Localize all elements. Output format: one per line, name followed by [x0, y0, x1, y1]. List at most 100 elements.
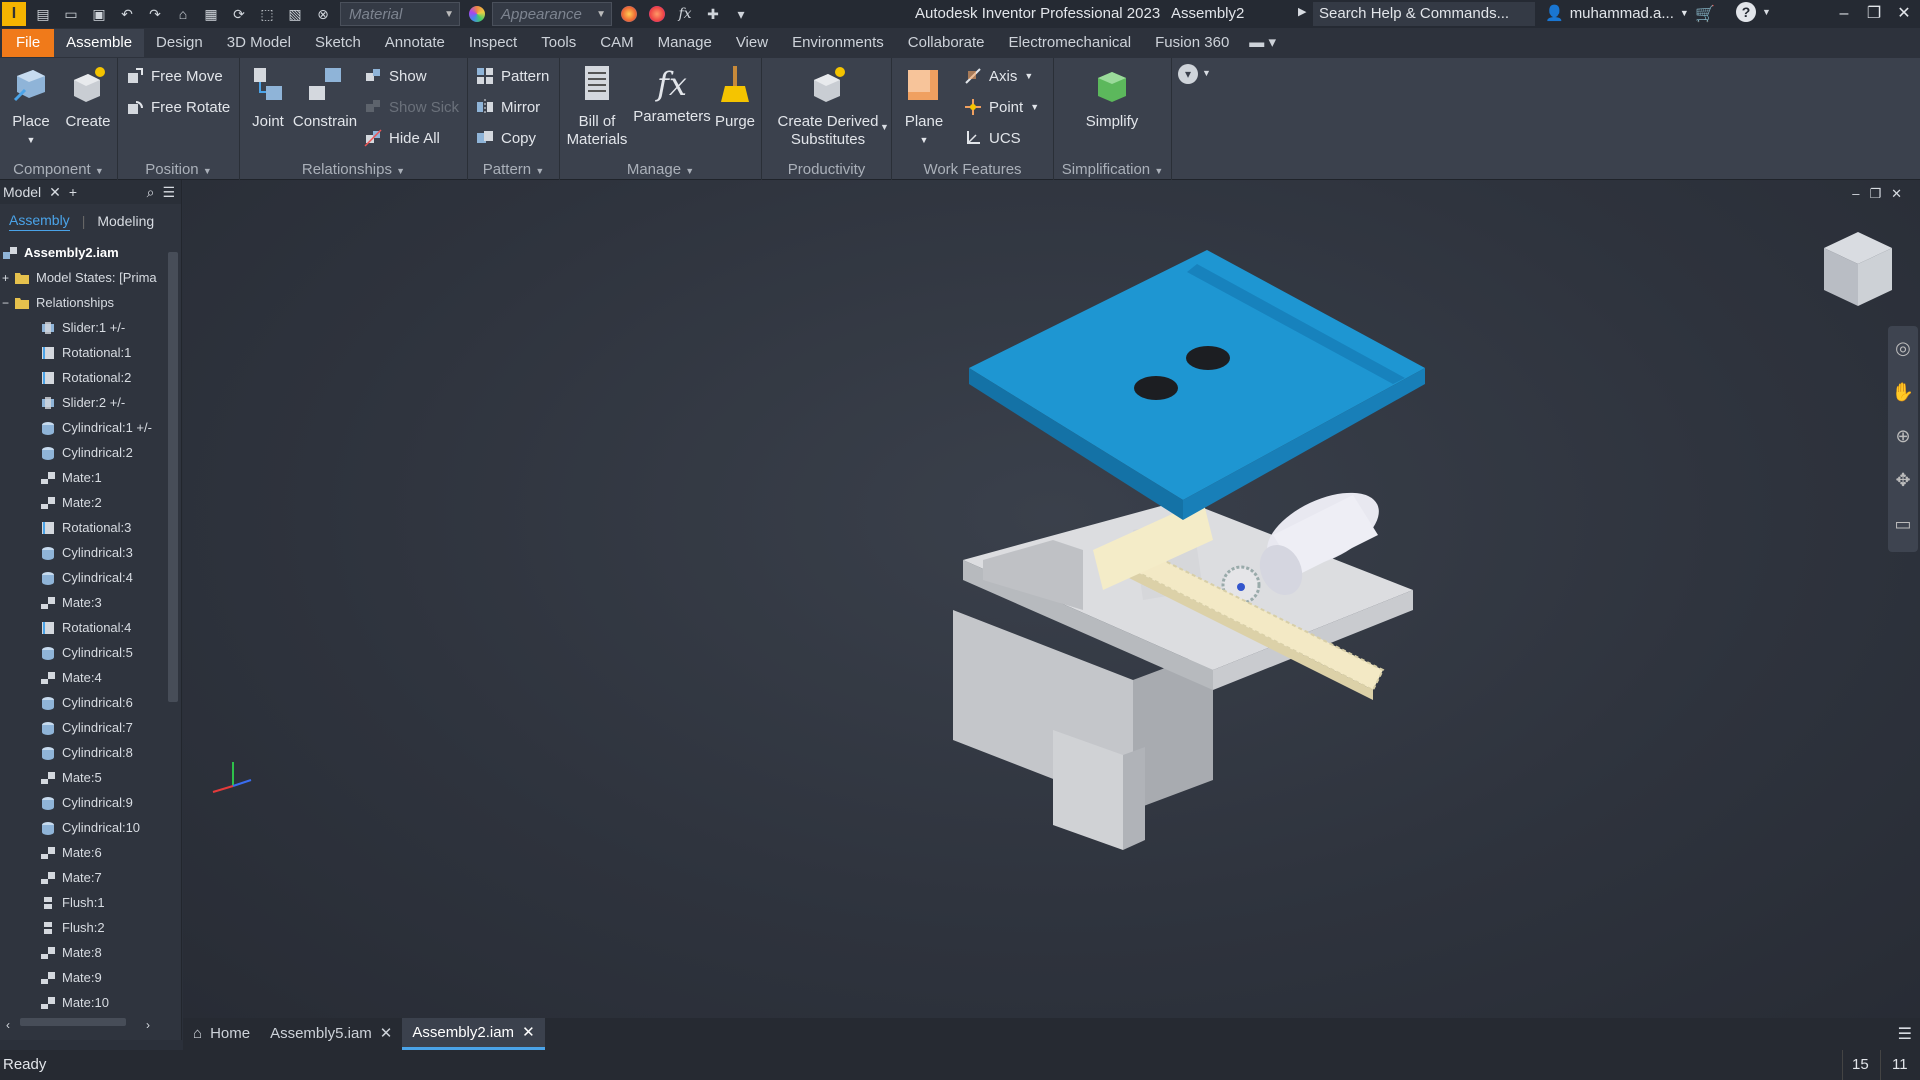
tab-assemble[interactable]: Assemble: [54, 29, 145, 57]
tab-file[interactable]: File: [2, 29, 55, 57]
relationship-item[interactable]: Cylindrical:1 +/-: [0, 415, 166, 440]
new-file-icon[interactable]: ▤: [32, 3, 54, 25]
search-help-input[interactable]: Search Help & Commands...: [1313, 2, 1535, 26]
relationship-item[interactable]: Mate:8: [0, 940, 166, 965]
relationship-item[interactable]: Mate:4: [0, 665, 166, 690]
copy-button[interactable]: Copy: [476, 126, 536, 150]
create-button[interactable]: Create: [62, 64, 114, 131]
point-button[interactable]: Point ▼: [964, 95, 1039, 119]
relationship-item[interactable]: Cylindrical:2: [0, 440, 166, 465]
assembly-3d-model[interactable]: [753, 250, 1553, 890]
tree-root[interactable]: Assembly2.iam: [0, 240, 166, 265]
tab-fusion-360[interactable]: Fusion 360: [1143, 29, 1241, 57]
tab-collaborate[interactable]: Collaborate: [896, 29, 997, 57]
joint-button[interactable]: Joint: [244, 64, 292, 131]
relationship-item[interactable]: Mate:2: [0, 490, 166, 515]
subtab-assembly[interactable]: Assembly: [9, 212, 70, 231]
free-move-button[interactable]: Free Move: [126, 64, 223, 88]
redo-icon[interactable]: ↷: [144, 3, 166, 25]
close-icon[interactable]: ✕: [49, 184, 61, 201]
chevron-right-icon[interactable]: ›: [146, 1018, 150, 1032]
relationship-item[interactable]: Mate:5: [0, 765, 166, 790]
ribbon-options-icon[interactable]: ▾: [1178, 64, 1198, 84]
tab-design[interactable]: Design: [144, 29, 215, 57]
tab-assembly5[interactable]: Assembly5.iam ✕: [260, 1018, 402, 1050]
relationship-item[interactable]: Rotational:3: [0, 515, 166, 540]
relationship-item[interactable]: Slider:1 +/-: [0, 315, 166, 340]
panel-options-icon[interactable]: ▬ ▾: [1241, 29, 1284, 57]
app-logo[interactable]: I: [2, 2, 26, 26]
tab-3d-model[interactable]: 3D Model: [215, 29, 303, 57]
bill-of-materials-button[interactable]: Bill of Materials: [562, 64, 632, 149]
update-icon[interactable]: ⟳: [228, 3, 250, 25]
scrollbar-thumb[interactable]: [168, 252, 178, 702]
material-icon[interactable]: ⊗: [312, 3, 334, 25]
relationship-item[interactable]: Cylindrical:8: [0, 740, 166, 765]
tree-relationships[interactable]: − Relationships: [0, 290, 166, 315]
fx-icon[interactable]: fx: [674, 3, 696, 25]
relationship-item[interactable]: Rotational:4: [0, 615, 166, 640]
customize-icon[interactable]: ▾: [730, 3, 752, 25]
plus-icon[interactable]: ✚: [702, 3, 724, 25]
chevron-down-icon[interactable]: ▼: [1202, 68, 1211, 78]
mirror-button[interactable]: Mirror: [476, 95, 540, 119]
tab-assembly2[interactable]: Assembly2.iam ✕: [402, 1017, 545, 1050]
show-button[interactable]: Show: [364, 64, 427, 88]
relationship-item[interactable]: Cylindrical:5: [0, 640, 166, 665]
menu-icon[interactable]: ☰: [1898, 1024, 1912, 1044]
pattern-group-label[interactable]: Pattern ▼: [468, 161, 559, 178]
home-icon[interactable]: ⌂: [172, 3, 194, 25]
constrain-button[interactable]: Constrain: [292, 64, 358, 131]
chevron-down-icon[interactable]: ▼: [880, 122, 889, 132]
help-icon[interactable]: ?: [1736, 2, 1756, 22]
tab-electromechanical[interactable]: Electromechanical: [997, 29, 1144, 57]
adjust-appearance-icon[interactable]: [618, 3, 640, 25]
browser-tab-model[interactable]: Model: [3, 184, 41, 200]
tab-environments[interactable]: Environments: [780, 29, 896, 57]
graphics-viewport[interactable]: –❐✕ ◎ ✋ ⊕ ✥ ▭: [183, 180, 1920, 1018]
menu-icon[interactable]: ☰: [162, 184, 175, 201]
orbit-icon[interactable]: ✥: [1888, 458, 1918, 502]
relationship-item[interactable]: Slider:2 +/-: [0, 390, 166, 415]
horizontal-scrollbar[interactable]: [20, 1018, 126, 1026]
manage-group-label[interactable]: Manage ▼: [560, 161, 761, 178]
viewport-window-controls[interactable]: –❐✕: [1852, 186, 1912, 202]
tab-view[interactable]: View: [724, 29, 780, 57]
pattern-button[interactable]: Pattern: [476, 64, 549, 88]
cart-icon[interactable]: 🛒: [1695, 4, 1715, 24]
position-group-label[interactable]: Position ▼: [118, 161, 239, 178]
tab-tools[interactable]: Tools: [529, 29, 588, 57]
relationship-item[interactable]: Mate:10: [0, 990, 166, 1015]
search-icon[interactable]: ⌕: [147, 184, 155, 201]
purge-button[interactable]: Purge: [712, 64, 758, 131]
open-folder-icon[interactable]: ▭: [60, 3, 82, 25]
select-icon[interactable]: ⬚: [256, 3, 278, 25]
create-derived-substitutes-button[interactable]: Create Derived Substitutes: [772, 64, 884, 149]
chevron-left-icon[interactable]: ‹: [6, 1018, 10, 1032]
minimize-icon[interactable]: –: [1830, 2, 1858, 26]
relationship-item[interactable]: Flush:1: [0, 890, 166, 915]
relationship-item[interactable]: Cylindrical:9: [0, 790, 166, 815]
close-icon[interactable]: ✕: [1890, 2, 1918, 26]
relationship-item[interactable]: Cylindrical:7: [0, 715, 166, 740]
tab-sketch[interactable]: Sketch: [303, 29, 373, 57]
undo-icon[interactable]: ↶: [116, 3, 138, 25]
measure-icon[interactable]: ▧: [284, 3, 306, 25]
close-icon[interactable]: ✕: [522, 1017, 535, 1049]
hide-all-button[interactable]: Hide All: [364, 126, 440, 150]
material-dropdown[interactable]: Material ▼: [340, 2, 460, 26]
tree-model-states[interactable]: + Model States: [Prima: [0, 265, 166, 290]
add-tab-icon[interactable]: +: [69, 184, 77, 200]
viewcube[interactable]: [1820, 228, 1896, 310]
look-at-icon[interactable]: ▭: [1888, 502, 1918, 546]
relationship-item[interactable]: Mate:7: [0, 865, 166, 890]
zoom-icon[interactable]: ⊕: [1888, 414, 1918, 458]
print-icon[interactable]: ▦: [200, 3, 222, 25]
relationship-item[interactable]: Mate:3: [0, 590, 166, 615]
relationship-item[interactable]: Mate:1: [0, 465, 166, 490]
subtab-modeling[interactable]: Modeling: [97, 213, 154, 229]
chevron-right-icon[interactable]: ▶: [1298, 5, 1306, 18]
appearance-color-icon[interactable]: [466, 3, 488, 25]
place-button[interactable]: Place ▼: [6, 64, 56, 149]
collapse-icon[interactable]: −: [2, 296, 14, 310]
